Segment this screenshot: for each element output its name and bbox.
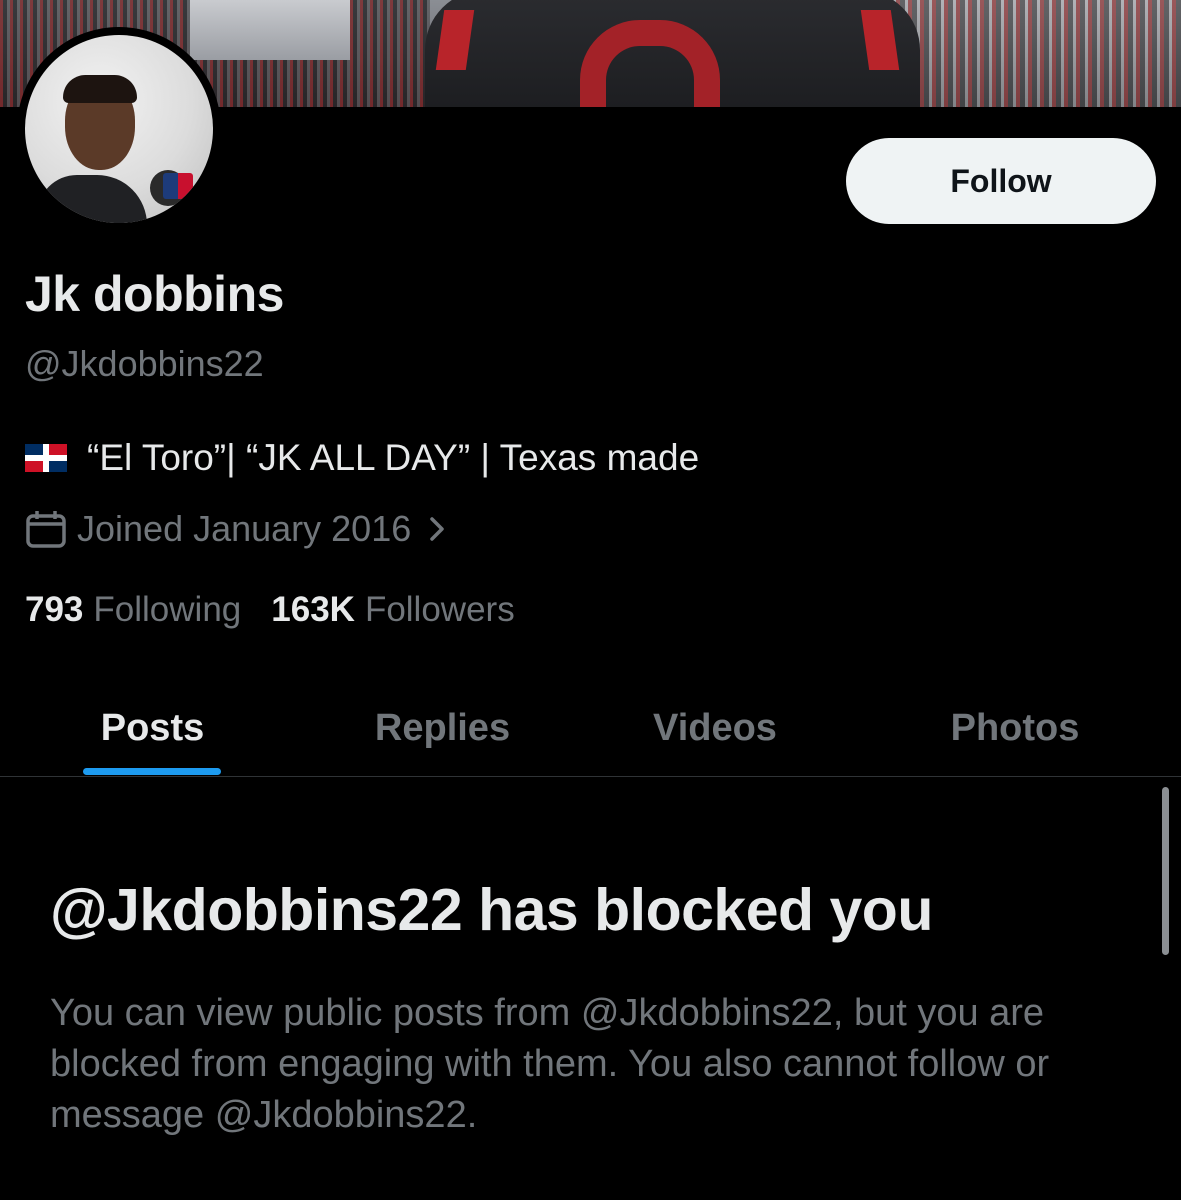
avatar-body [37,175,147,223]
following-link[interactable]: 793 Following [25,590,241,630]
calendar-icon [26,511,66,548]
tab-videos[interactable]: Videos [615,680,815,776]
profile-avatar[interactable] [17,27,221,231]
following-label: Following [93,590,242,629]
joined-date: Joined January 2016 [77,508,412,549]
profile-handle: @Jkdobbins22 [25,343,264,384]
blocked-message: You can view public posts from @Jkdobbin… [50,992,1050,1136]
tabs-divider [0,776,1181,777]
followers-count: 163K [271,590,355,629]
followers-link[interactable]: 163K Followers [271,590,514,630]
tab-replies[interactable]: Replies [345,680,540,776]
nfl-mic-flag [163,173,193,199]
joined-date-row[interactable]: Joined January 2016 [25,508,455,550]
scrollbar[interactable] [1162,787,1169,955]
follow-stats: 793 Following 163K Followers [25,590,515,630]
bio-text: “El Toro”| “JK ALL DAY” | Texas made [87,437,700,478]
avatar-photo [25,35,213,223]
display-name: Jk dobbins [25,266,284,322]
blocked-title: @Jkdobbins22 has blocked you [50,877,933,943]
profile-tabs: Posts Replies Videos Photos [0,680,1181,776]
followers-label: Followers [364,590,515,629]
tab-posts[interactable]: Posts [60,680,245,776]
active-tab-indicator [83,768,221,775]
following-count: 793 [25,590,84,629]
chevron-right-icon [430,517,444,541]
banner-stadium-wall [190,0,350,60]
profile-bio: “El Toro”| “JK ALL DAY” | Texas made [25,437,699,479]
tab-photos[interactable]: Photos [915,680,1115,776]
follow-button[interactable]: Follow [846,138,1156,224]
avatar-hair [63,75,137,103]
dominican-republic-flag-icon [25,444,67,472]
